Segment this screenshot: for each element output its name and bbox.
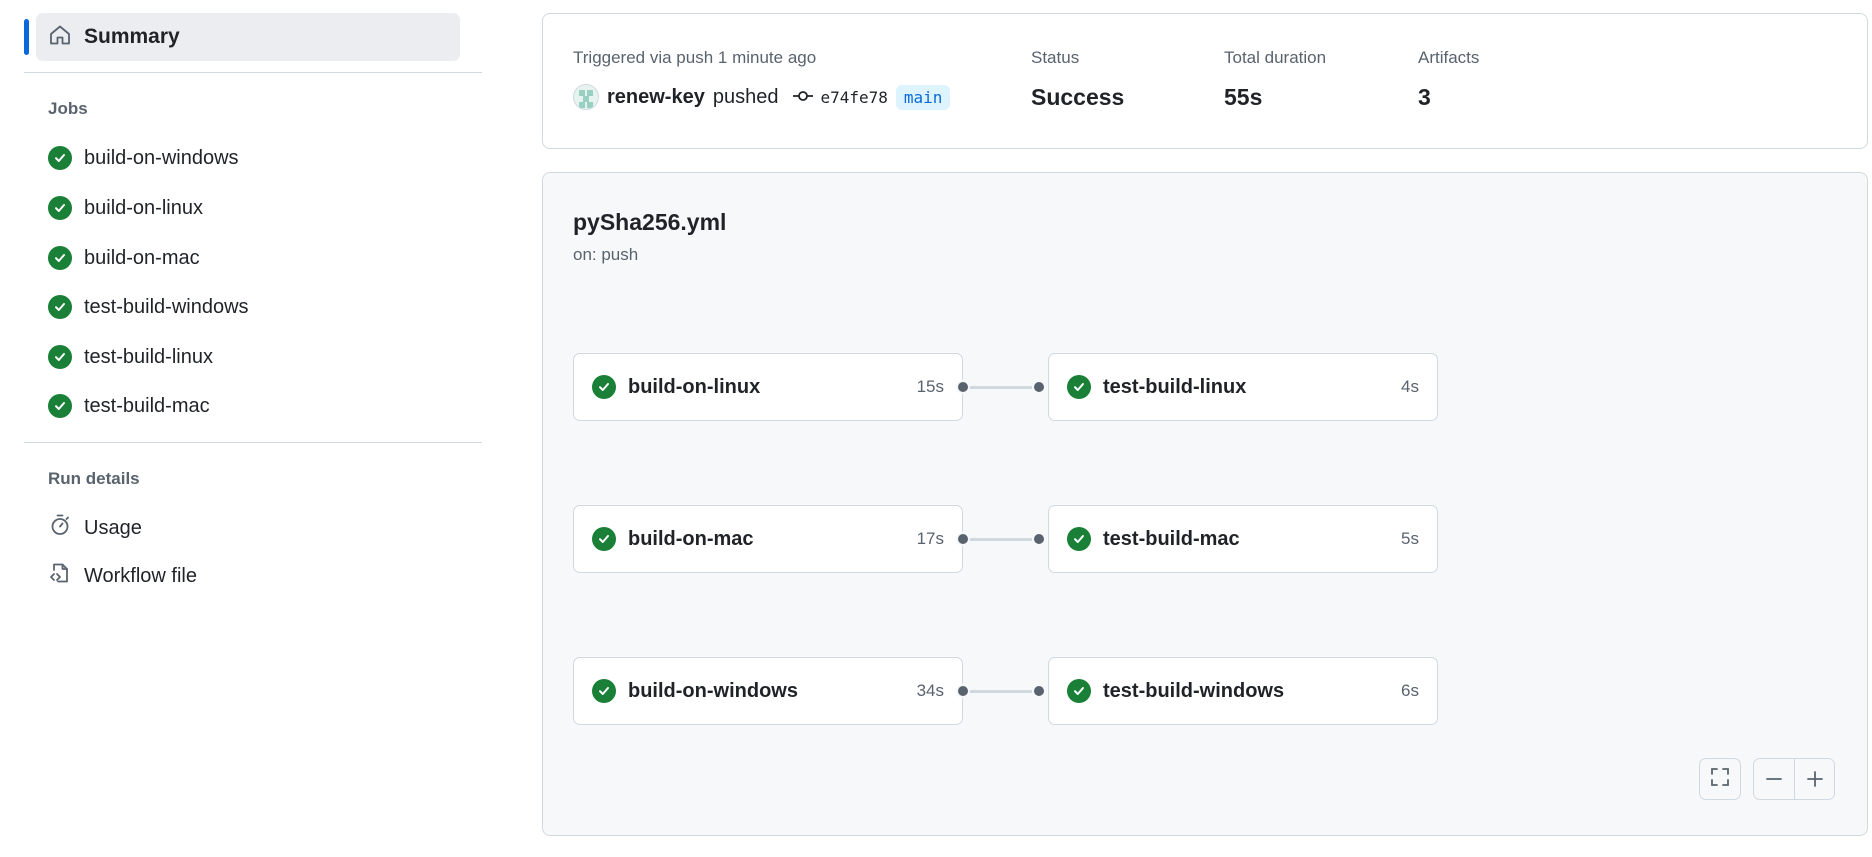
sidebar-job-test-build-windows[interactable]: test-build-windows: [48, 291, 249, 323]
branch-badge[interactable]: main: [895, 84, 951, 110]
job-name: build-on-mac: [628, 527, 754, 550]
sidebar-item-summary[interactable]: Summary: [36, 13, 460, 61]
workflow-file-label: Workflow file: [84, 564, 197, 587]
git-commit-icon: [792, 88, 814, 107]
trigger-details: renew-key pushed e74fe78 main: [573, 84, 951, 110]
minus-icon: [1766, 778, 1782, 780]
success-check-icon: [48, 196, 72, 220]
job-name: build-on-linux: [628, 375, 761, 398]
job-name: test-build-windows: [1103, 679, 1285, 702]
sidebar-job-test-build-mac[interactable]: test-build-mac: [48, 390, 210, 422]
sidebar-job-build-on-mac[interactable]: build-on-mac: [48, 242, 200, 274]
fullscreen-button[interactable]: [1699, 758, 1741, 800]
workflow-run-page: Summary Jobs build-on-windows build-on-l…: [0, 0, 1872, 857]
connector-dot: [1032, 532, 1046, 546]
success-check-icon: [48, 246, 72, 270]
connector-dot: [1032, 380, 1046, 394]
sidebar-item-label: Summary: [84, 25, 180, 48]
job-duration: 34s: [916, 681, 944, 700]
run-details-section-title: Run details: [48, 469, 140, 488]
dependency-connector: [967, 538, 1039, 541]
success-check-icon: [48, 295, 72, 319]
duration-label: Total duration: [1224, 48, 1327, 67]
job-duration: 4s: [1401, 377, 1419, 396]
success-check-icon: [48, 345, 72, 369]
status-column: Status Success: [1031, 48, 1124, 111]
dependency-connector: [967, 690, 1039, 693]
job-node-test-build-windows[interactable]: test-build-windows 6s: [1048, 657, 1438, 725]
duration-value: 55s: [1224, 84, 1263, 110]
success-check-icon: [592, 527, 616, 551]
job-label: test-build-windows: [84, 295, 249, 318]
sidebar-item-workflow-file[interactable]: Workflow file: [48, 560, 197, 592]
run-summary-card: Triggered via push 1 minute ago renew-ke…: [542, 13, 1868, 149]
stopwatch-icon: [48, 513, 72, 543]
success-check-icon: [592, 375, 616, 399]
status-label: Status: [1031, 48, 1080, 67]
job-label: build-on-windows: [84, 146, 239, 169]
zoom-controls: [1753, 758, 1835, 800]
connector-dot: [1032, 684, 1046, 698]
workflow-trigger: on: push: [573, 245, 639, 264]
active-indicator: [24, 19, 29, 55]
commit-link[interactable]: e74fe78: [792, 87, 888, 107]
connector-dot: [956, 684, 970, 698]
avatar[interactable]: [573, 84, 599, 110]
workflow-graph: pySha256.yml on: push build-on-linux 15s…: [542, 172, 1868, 836]
job-node-build-on-mac[interactable]: build-on-mac 17s: [573, 505, 963, 573]
job-label: test-build-mac: [84, 394, 210, 417]
plus-icon: [1806, 771, 1823, 787]
artifacts-label: Artifacts: [1418, 48, 1480, 67]
zoom-out-button[interactable]: [1754, 759, 1794, 799]
trigger-column: Triggered via push 1 minute ago: [573, 48, 816, 68]
job-label: test-build-linux: [84, 345, 213, 368]
push-verb: pushed: [712, 85, 779, 108]
job-node-test-build-linux[interactable]: test-build-linux 4s: [1048, 353, 1438, 421]
job-node-build-on-windows[interactable]: build-on-windows 34s: [573, 657, 963, 725]
job-name: test-build-linux: [1103, 375, 1247, 398]
expand-icon: [1709, 766, 1731, 793]
job-duration: 5s: [1401, 529, 1419, 548]
job-name: build-on-windows: [628, 679, 798, 702]
artifacts-value[interactable]: 3: [1418, 84, 1479, 111]
job-label: build-on-mac: [84, 246, 200, 269]
success-check-icon: [1067, 679, 1091, 703]
jobs-section-title: Jobs: [48, 99, 88, 118]
sidebar-job-build-on-linux[interactable]: build-on-linux: [48, 192, 203, 224]
file-code-icon: [48, 561, 72, 591]
duration-column: Total duration 55s: [1224, 48, 1326, 111]
commit-sha: e74fe78: [820, 87, 888, 107]
usage-label: Usage: [84, 516, 142, 539]
divider: [24, 72, 482, 73]
actor-link[interactable]: renew-key: [607, 86, 705, 109]
dependency-connector: [967, 386, 1039, 389]
success-check-icon: [48, 394, 72, 418]
job-duration: 15s: [916, 377, 944, 396]
success-check-icon: [1067, 375, 1091, 399]
zoom-in-button[interactable]: [1794, 759, 1834, 799]
success-check-icon: [592, 679, 616, 703]
workflow-title: pySha256.yml: [573, 209, 727, 235]
home-icon: [48, 23, 72, 52]
artifacts-column: Artifacts 3: [1418, 48, 1479, 111]
connector-dot: [956, 532, 970, 546]
sidebar-job-test-build-linux[interactable]: test-build-linux: [48, 341, 213, 373]
job-duration: 17s: [916, 529, 944, 548]
job-node-build-on-linux[interactable]: build-on-linux 15s: [573, 353, 963, 421]
job-node-test-build-mac[interactable]: test-build-mac 5s: [1048, 505, 1438, 573]
connector-dot: [956, 380, 970, 394]
trigger-text: Triggered via push 1 minute ago: [573, 48, 817, 67]
success-check-icon: [48, 146, 72, 170]
job-duration: 6s: [1401, 681, 1419, 700]
sidebar-item-usage[interactable]: Usage: [48, 512, 142, 544]
status-value: Success: [1031, 84, 1125, 110]
job-name: test-build-mac: [1103, 527, 1240, 550]
success-check-icon: [1067, 527, 1091, 551]
sidebar-job-build-on-windows[interactable]: build-on-windows: [48, 142, 239, 174]
job-label: build-on-linux: [84, 196, 203, 219]
divider: [24, 442, 482, 443]
